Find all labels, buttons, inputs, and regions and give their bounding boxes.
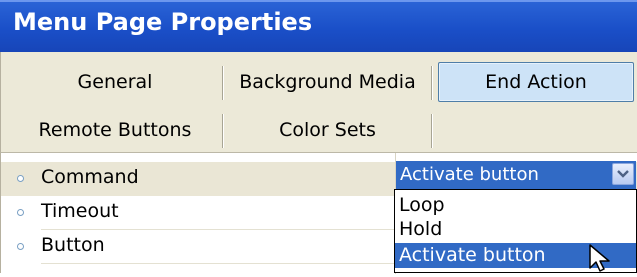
chevron-down-icon[interactable]: [612, 163, 634, 185]
menu-page-properties-panel: Menu Page Properties General Background …: [0, 0, 637, 274]
command-select-value: Activate button: [400, 164, 539, 185]
property-label: Button: [41, 234, 105, 256]
property-label: Command: [41, 166, 139, 188]
tab-separator: [431, 66, 433, 100]
panel-title: Menu Page Properties: [13, 8, 313, 36]
tab-background-media[interactable]: Background Media: [225, 62, 430, 102]
command-select[interactable]: Activate button: [396, 161, 636, 189]
bullet-icon: [17, 175, 24, 182]
tab-separator: [222, 114, 224, 148]
bullet-icon: [17, 209, 24, 216]
dropdown-option-loop[interactable]: Loop: [395, 193, 636, 218]
tab-separator: [222, 66, 224, 100]
tab-general[interactable]: General: [9, 62, 221, 102]
tab-row-2: Remote Buttons Color Sets: [9, 110, 634, 150]
dropdown-option-hold[interactable]: Hold: [395, 217, 636, 242]
tab-separator: [431, 114, 433, 148]
title-bar: Menu Page Properties: [0, 0, 637, 52]
bullet-icon: [17, 243, 24, 250]
tab-row-1: General Background Media End Action: [9, 62, 634, 102]
tab-area: General Background Media End Action Remo…: [0, 52, 637, 152]
property-label: Timeout: [41, 200, 119, 222]
tab-color-sets[interactable]: Color Sets: [225, 110, 430, 150]
tab-end-action[interactable]: End Action: [438, 62, 634, 102]
tab-remote-buttons[interactable]: Remote Buttons: [9, 110, 221, 150]
mouse-pointer-icon: [588, 244, 616, 277]
